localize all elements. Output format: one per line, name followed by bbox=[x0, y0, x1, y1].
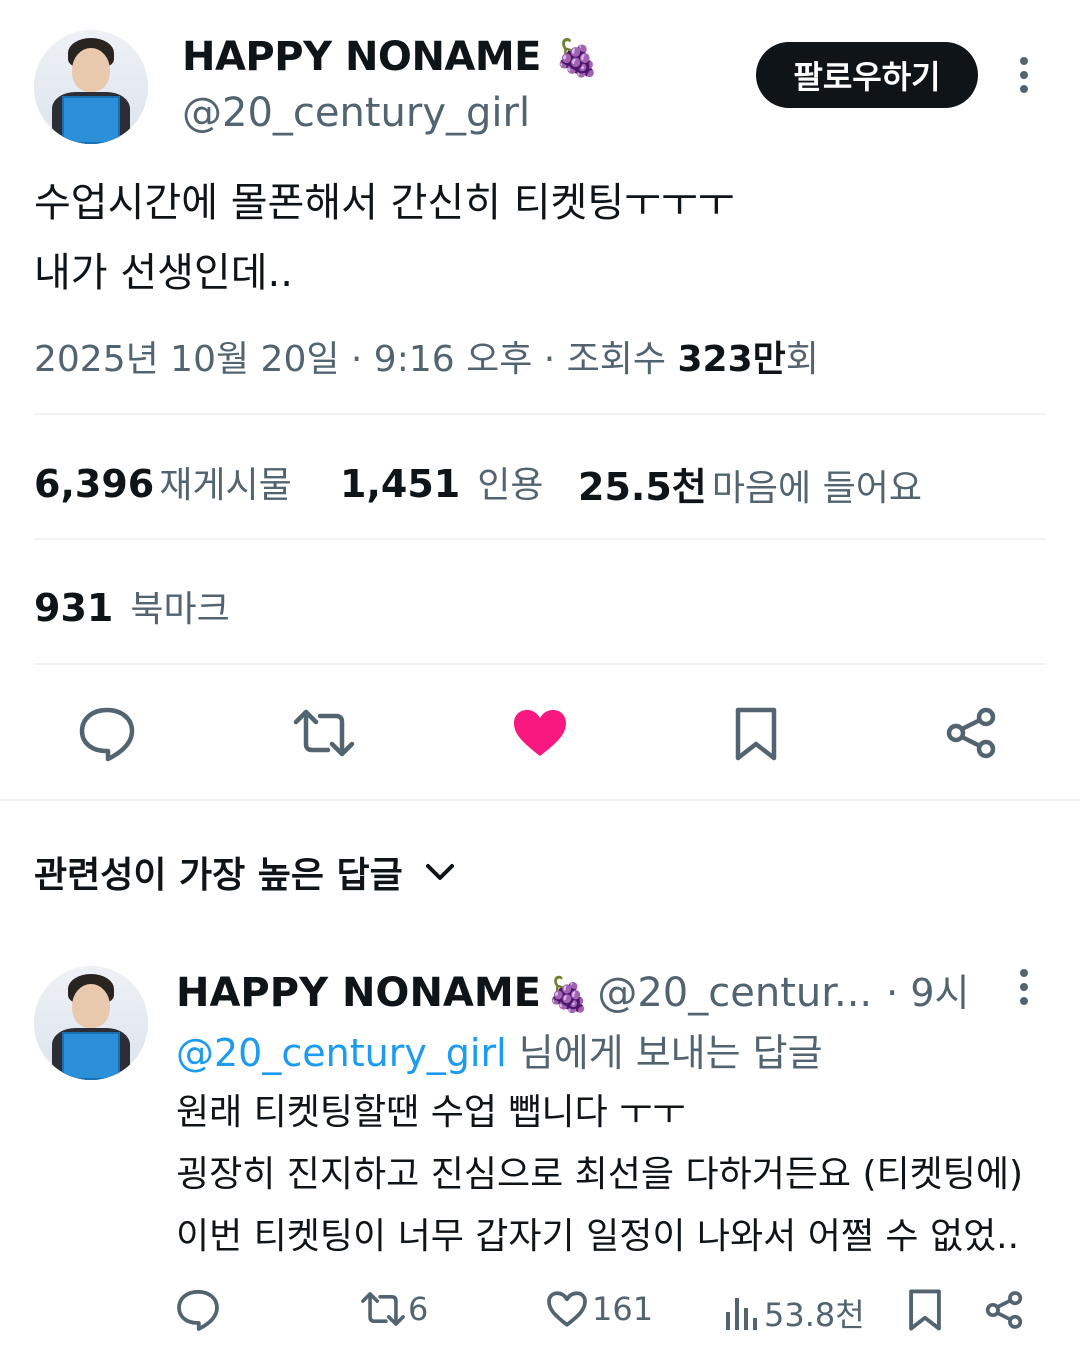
retweet-icon[interactable] bbox=[292, 708, 356, 758]
reply-icon[interactable] bbox=[78, 706, 136, 762]
grape-emoji: 🍇 bbox=[547, 975, 590, 1015]
reply-action-share[interactable] bbox=[984, 1290, 1024, 1330]
tweet-date-time[interactable]: 2025년 10월 20일 · 9:16 오후 · 조회수 bbox=[34, 339, 677, 380]
views-count: 323만 bbox=[677, 339, 786, 380]
quotes-count: 1,451 bbox=[340, 462, 461, 506]
reply-action-bookmark[interactable] bbox=[908, 1288, 942, 1332]
reply-retweet-count: 6 bbox=[408, 1290, 429, 1328]
reply-time[interactable]: · 9시 bbox=[886, 962, 969, 1017]
chevron-down-icon bbox=[425, 862, 455, 882]
author-name-text[interactable]: HAPPY NONAME bbox=[182, 34, 542, 80]
reply-author-handle[interactable]: @20_centur... bbox=[597, 970, 872, 1016]
reply-author-name[interactable]: HAPPY NONAME bbox=[176, 970, 541, 1016]
retweet-icon bbox=[361, 1292, 405, 1326]
reply-action-reply[interactable] bbox=[176, 1288, 220, 1332]
bookmarks-label: 북마크 bbox=[130, 589, 230, 630]
replying-to-suffix: 님에게 보내는 답글 bbox=[506, 1031, 823, 1075]
author-handle[interactable]: @20_century_girl bbox=[182, 90, 530, 136]
reply-header: HAPPY NONAME 🍇 @20_centur... · 9시 bbox=[176, 962, 969, 1017]
reply-icon bbox=[177, 1289, 219, 1331]
reply-author-avatar[interactable] bbox=[34, 966, 148, 1080]
reposts-stat[interactable]: 6,396 재게시물 bbox=[34, 456, 292, 508]
share-icon[interactable] bbox=[944, 706, 998, 760]
replying-to-link[interactable]: @20_century_girl bbox=[176, 1031, 507, 1075]
bookmarks-stat[interactable]: 931 북마크 bbox=[34, 580, 230, 632]
divider bbox=[34, 538, 1046, 540]
reposts-label: 재게시물 bbox=[159, 465, 292, 506]
section-divider bbox=[0, 799, 1080, 801]
quotes-label: 인용 bbox=[477, 465, 544, 506]
divider bbox=[34, 663, 1046, 665]
views-suffix: 회 bbox=[785, 339, 819, 380]
likes-stat[interactable]: 25.5천 마음에 들어요 bbox=[578, 456, 922, 511]
likes-count: 25.5천 bbox=[578, 465, 707, 509]
replies-sort-dropdown[interactable]: 관련성이 가장 높은 답글 bbox=[34, 846, 455, 898]
divider bbox=[34, 413, 1046, 415]
reply-text-line-1: 원래 티켓팅할땐 수업 뺍니다 ㅜㅜ bbox=[176, 1092, 686, 1133]
author-avatar[interactable] bbox=[34, 30, 148, 144]
analytics-icon bbox=[726, 1298, 757, 1330]
quotes-stat[interactable]: 1,451 인용 bbox=[340, 456, 544, 508]
reply-action-views[interactable]: 53.8천 bbox=[724, 1290, 865, 1336]
tweet-text-line-2: 내가 선생인데.. bbox=[34, 250, 293, 296]
more-vertical-icon[interactable] bbox=[1006, 968, 1042, 1008]
tweet-text-line-1: 수업시간에 몰폰해서 간신히 티켓팅ㅜㅜㅜ bbox=[34, 180, 735, 226]
reply-text-line-2: 굉장히 진지하고 진심으로 최선을 다하거든요 (티켓팅에) bbox=[176, 1154, 1024, 1195]
bookmark-icon[interactable] bbox=[734, 706, 778, 762]
share-icon bbox=[985, 1291, 1023, 1329]
bookmarks-count: 931 bbox=[34, 586, 114, 630]
reply-action-like[interactable]: 161 bbox=[546, 1290, 653, 1328]
likes-label: 마음에 들어요 bbox=[711, 468, 922, 509]
reply-view-count: 53.8천 bbox=[764, 1296, 865, 1334]
tweet-meta: 2025년 10월 20일 · 9:16 오후 · 조회수 323만회 bbox=[34, 330, 819, 382]
reply-text-line-3: 이번 티켓팅이 너무 갑자기 일정이 나와서 어쩔 수 없었.. bbox=[176, 1216, 1020, 1257]
heart-icon bbox=[547, 1291, 587, 1327]
reposts-count: 6,396 bbox=[34, 462, 155, 506]
reply-like-count: 161 bbox=[592, 1290, 654, 1328]
replying-to: @20_century_girl 님에게 보내는 답글 bbox=[176, 1022, 823, 1077]
heart-icon[interactable] bbox=[512, 708, 568, 758]
more-vertical-icon[interactable] bbox=[1006, 56, 1042, 96]
grape-emoji: 🍇 bbox=[554, 38, 599, 79]
author-name[interactable]: HAPPY NONAME 🍇 bbox=[182, 34, 599, 80]
bookmark-icon bbox=[909, 1289, 941, 1331]
replies-sort-label: 관련성이 가장 높은 답글 bbox=[34, 855, 403, 896]
follow-button[interactable]: 팔로우하기 bbox=[756, 42, 978, 108]
reply-action-retweet[interactable]: 6 bbox=[360, 1290, 428, 1328]
